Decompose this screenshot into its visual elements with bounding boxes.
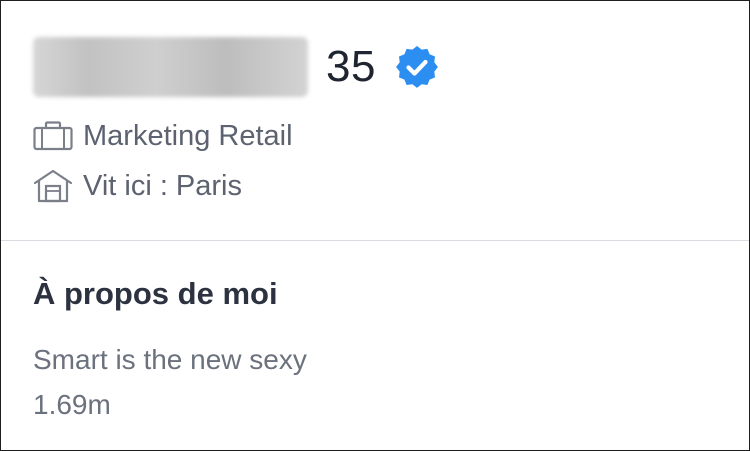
name-row: 35	[33, 35, 438, 99]
city-row: Vit ici : Paris	[33, 169, 242, 203]
home-icon	[33, 169, 73, 203]
job-text: Marketing Retail	[83, 119, 293, 152]
city-text: Vit ici : Paris	[83, 169, 243, 202]
about-title: À propos de moi	[33, 276, 278, 311]
briefcase-icon	[33, 119, 73, 153]
bio-line: Smart is the new sexy	[33, 344, 307, 375]
section-divider	[1, 240, 749, 241]
profile-header: 35 Marketing Retail Vit ici: Paris	[1, 1, 749, 241]
verified-badge-icon	[396, 46, 438, 88]
profile-card: 35 Marketing Retail Vit ici: Paris À pr…	[0, 0, 750, 451]
blurred-name	[33, 37, 308, 97]
bio-line: 1.69m	[33, 389, 111, 420]
job-row: Marketing Retail	[33, 119, 293, 153]
profile-age: 35	[326, 42, 376, 91]
